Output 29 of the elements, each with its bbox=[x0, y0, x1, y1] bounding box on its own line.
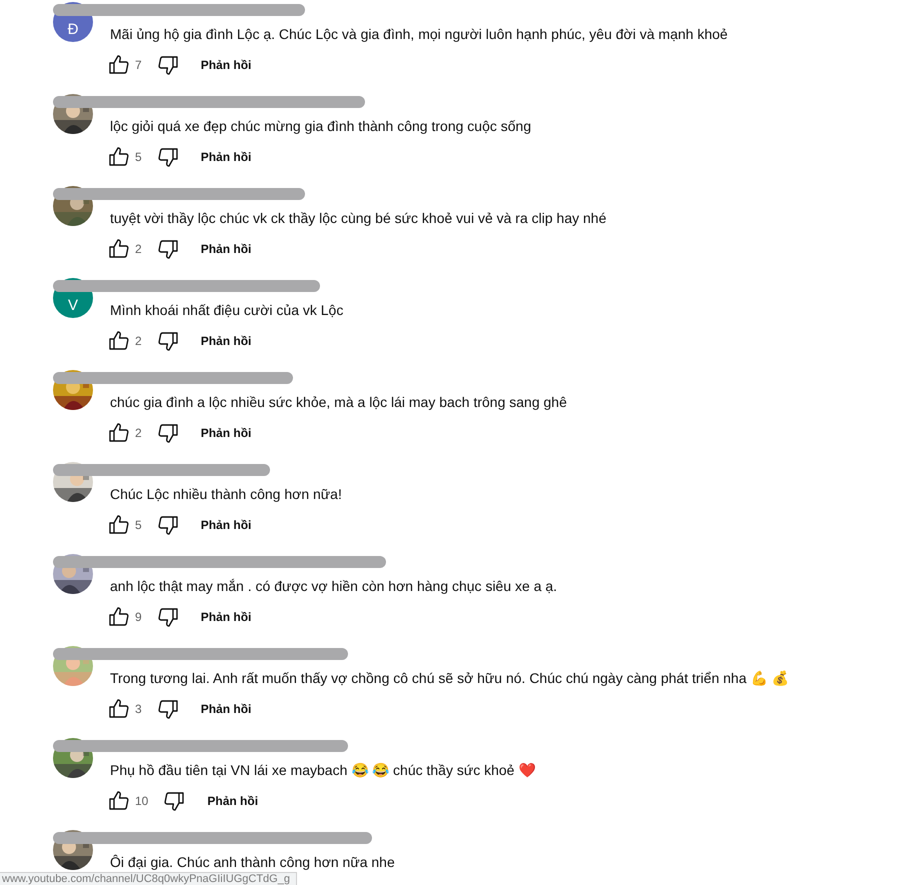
like-count: 9 bbox=[135, 610, 142, 624]
reply-button[interactable]: Phản hồi bbox=[197, 788, 268, 814]
like-count: 5 bbox=[135, 518, 142, 532]
reply-button[interactable]: Phản hồi bbox=[190, 144, 262, 170]
status-url: www.youtube.com/channel/UC8q0wkyPnaGIiIUGgCTdG_g bbox=[0, 872, 297, 885]
comment-text: Mình khoái nhất điệu cười của vk Lộc bbox=[110, 301, 344, 320]
reply-button[interactable]: Phản hồi bbox=[190, 52, 262, 78]
comment-text: Mãi ủng hộ gia đình Lộc ạ. Chúc Lộc và gia đình, mọi người luôn hạnh phúc, yêu đời và mạnh khoẻ bbox=[110, 25, 728, 44]
like-count: 5 bbox=[135, 150, 142, 164]
comment-text: tuyệt vời thầy lộc chúc vk ck thầy lộc cùng bé sức khoẻ vui vẻ và ra clip hay nhé bbox=[110, 209, 606, 228]
comment-text: Trong tương lai. Anh rất muốn thấy vợ chồng cô chú sẽ sở hữu nó. Chúc chú ngày càng phát triển nha 💪 💰 bbox=[110, 669, 788, 688]
reply-button[interactable]: Phản hồi bbox=[190, 604, 262, 630]
comment-text: lộc giỏi quá xe đẹp chúc mừng gia đình thành công trong cuộc sống bbox=[110, 117, 532, 136]
reply-button[interactable]: Phản hồi bbox=[190, 696, 262, 722]
like-count: 2 bbox=[135, 242, 142, 256]
like-count: 10 bbox=[135, 794, 148, 808]
comment-text: Phụ hồ đầu tiên tại VN lái xe maybach 😂 😂 chúc thầy sức khoẻ ❤ bbox=[110, 761, 536, 780]
comment-text: anh lộc thật may mắn . có được vợ hiền còn hơn hàng chục siêu xe a ạ. bbox=[110, 577, 558, 596]
reply-button[interactable]: Phản hồi bbox=[190, 420, 262, 446]
comment-text: Ôi đại gia. Chúc anh thành công hơn nữa nhe bbox=[110, 853, 395, 872]
like-count: 2 bbox=[135, 334, 142, 348]
comment-text: chúc gia đình a lộc nhiều sức khỏe, mà a lộc lái may bach trông sang ghê bbox=[110, 393, 567, 412]
like-count: 7 bbox=[135, 58, 142, 72]
reply-button[interactable]: Phản hồi bbox=[190, 236, 262, 262]
like-count: 3 bbox=[135, 702, 142, 716]
like-count: 2 bbox=[135, 426, 142, 440]
reply-button[interactable]: Phản hồi bbox=[190, 328, 262, 354]
reply-button[interactable]: Phản hồi bbox=[190, 512, 262, 538]
comment-text: Chúc Lộc nhiều thành công hơn nữa! bbox=[110, 485, 342, 504]
